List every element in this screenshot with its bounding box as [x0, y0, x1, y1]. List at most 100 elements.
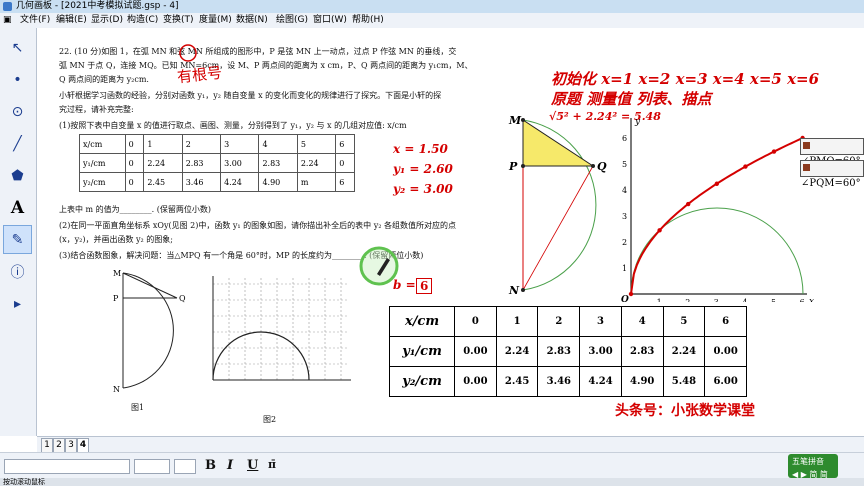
function-graph: 1 2 3 4 5 6 1 2 3 4 5 6 x y O	[621, 117, 814, 302]
custom-tool[interactable]: ▸	[4, 290, 31, 317]
problem-line-2: 弧 MN 于点 Q，连接 MQ。已知 MN=6cm，设 M、P 两点间的距离为 …	[59, 61, 473, 70]
table-row: x/cm 0 1 2 3 4 5 6	[79, 134, 355, 154]
line-tool[interactable]: ╱	[4, 130, 31, 157]
table-row: y₂/cm 0 2.45 3.46 4.24 4.90 m 6	[79, 172, 355, 192]
y2-data-point[interactable]	[743, 164, 748, 169]
menu-file[interactable]: 文件(F)	[20, 13, 50, 28]
information-icon: ⓘ	[10, 264, 25, 281]
table-cell: 3	[579, 306, 622, 337]
y-tick-label: 1	[622, 264, 627, 273]
bold-button[interactable]: B	[205, 458, 216, 473]
b-value[interactable]: 6	[416, 278, 433, 294]
y2-data-point[interactable]	[714, 181, 719, 186]
sketch-canvas[interactable]: 22. (10 分)如图 1，在弧 MN 和弦 MN 所组成的图形中，P 是弦 …	[37, 28, 864, 436]
table-cell: 0	[454, 306, 497, 337]
y-tick-label: 4	[622, 186, 627, 195]
marker-tool[interactable]: ✎	[3, 225, 32, 254]
text-tool[interactable]: A	[4, 194, 31, 221]
page-tab-4[interactable]: 4	[77, 438, 89, 453]
menu-data[interactable]: 数据(N)	[236, 13, 268, 28]
color-swatch-icon	[803, 142, 810, 149]
marker-icon: ✎	[11, 231, 24, 248]
math-format-icon[interactable]: π̄	[268, 458, 276, 471]
menu-graph[interactable]: 绘图(G)	[276, 13, 308, 28]
arrow-tool[interactable]: ↖	[4, 34, 31, 61]
figure-2	[212, 276, 351, 381]
handwritten-note: 有根号	[176, 63, 223, 87]
y2-data-point[interactable]	[771, 149, 777, 154]
table-cell: 3	[220, 134, 260, 154]
information-tool[interactable]: ⓘ	[4, 258, 31, 285]
table-cell: 2.24	[495, 336, 539, 367]
underline-button[interactable]: U	[247, 458, 258, 473]
ime-title: 五笔拼音	[792, 457, 824, 466]
page-tab-1[interactable]: 1	[41, 438, 53, 453]
line-icon: ╱	[13, 135, 22, 152]
table-cell: 2.83	[258, 153, 298, 173]
circled-mark	[179, 44, 197, 62]
color-select[interactable]	[174, 459, 196, 474]
problem-line-5: 究过程，请补充完整:	[59, 105, 134, 114]
toolbox: ↖ • ⊙ ╱ ⬟ A ✎ ⓘ ▸	[0, 28, 37, 436]
table-cell: 6	[335, 134, 355, 154]
x-tick-label: 2	[685, 298, 690, 302]
x-tick-label: 6	[800, 298, 805, 302]
y1-measurement[interactable]: y₁ = 2.60	[393, 162, 453, 176]
polygon-icon: ⬟	[11, 167, 24, 184]
question-2-line-1: (2)在同一平面直角坐标系 xOy(见图 2)中，函数 y₁ 的图象如图，请你描…	[59, 221, 456, 230]
y2-data-point[interactable]	[628, 291, 634, 297]
table-cell: 2	[537, 306, 581, 337]
m-value-line: 上表中 m 的值为________. (保留两位小数)	[59, 205, 211, 214]
font-size-select[interactable]	[134, 459, 170, 474]
point-tool[interactable]: •	[4, 66, 31, 93]
y-tick-label: 5	[622, 160, 627, 169]
fig1-label-q: Q	[179, 294, 186, 303]
y-tick-label: 6	[622, 134, 627, 143]
table-cell: 2.45	[143, 172, 183, 192]
y2-data-point[interactable]	[686, 201, 691, 207]
origin-label: O	[621, 295, 629, 302]
color-swatch-icon	[803, 164, 810, 171]
y-tick-label: 2	[622, 238, 627, 247]
menu-display[interactable]: 显示(D)	[91, 13, 123, 28]
figure-2-caption: 图2	[263, 415, 277, 424]
page-tab-2[interactable]: 2	[53, 438, 65, 453]
page-tab-3[interactable]: 3	[65, 438, 77, 453]
table-cell: 4.90	[258, 172, 298, 192]
problem-line-1: 22. (10 分)如图 1，在弧 MN 和弦 MN 所组成的图形中，P 是弦 …	[59, 47, 457, 56]
table-cell: 0.00	[704, 336, 747, 367]
y-axis-label: y	[634, 117, 641, 127]
brand-watermark: 头条号：小张数学课堂	[615, 403, 755, 419]
table-cell: 0	[335, 153, 355, 173]
x-measurement[interactable]: x = 1.50	[393, 142, 448, 156]
font-family-select[interactable]	[4, 459, 130, 474]
compass-tool[interactable]: ⊙	[4, 98, 31, 125]
y2-measurement[interactable]: y₂ = 3.00	[393, 182, 453, 196]
table-cell: 2.24	[143, 153, 183, 173]
page-tabs: 1 2 3 4	[37, 436, 864, 453]
italic-button[interactable]: I	[227, 458, 233, 473]
polygon-tool[interactable]: ⬟	[4, 162, 31, 189]
table-cell: 2	[181, 134, 222, 154]
angle-pmq-control[interactable]: ∠PMQ=60°	[800, 138, 864, 167]
angle-pqm-text: ∠PQM=60°	[801, 178, 861, 189]
table-header: y₁/cm	[388, 336, 456, 367]
menu-help[interactable]: 帮助(H)	[352, 13, 384, 28]
menu-construct[interactable]: 构造(C)	[127, 13, 158, 28]
ime-widget[interactable]: 五笔拼音 ◀ ▶ 简 简	[788, 454, 838, 479]
menu-measure[interactable]: 度量(M)	[199, 13, 232, 28]
menu-transform[interactable]: 变换(T)	[163, 13, 194, 28]
note-initialize[interactable]: 初始化 x=1 x=2 x=3 x=4 x=5 x=6	[551, 68, 819, 89]
y2-data-point[interactable]	[657, 228, 662, 233]
table-cell: 0.00	[454, 336, 497, 367]
data-table[interactable]: x/cm 0 1 2 3 4 5 6 y₁/cm 0.00 2.24 2.83 …	[388, 306, 747, 397]
menu-window[interactable]: 窗口(W)	[313, 13, 347, 28]
table-cell: 1	[143, 134, 183, 154]
note-steps[interactable]: 原题 测量值 列表、描点	[551, 88, 711, 109]
menu-icon[interactable]: ▣	[3, 13, 12, 28]
angle-pqm-control[interactable]: ∠PQM=60°	[800, 160, 864, 189]
question-table: x/cm 0 1 2 3 4 5 6 y₁/cm 0 2.24 2.83 3.0…	[79, 134, 355, 192]
table-cell: 4.24	[220, 172, 260, 192]
table-cell: 4.90	[620, 366, 664, 397]
menu-edit[interactable]: 编辑(E)	[56, 13, 87, 28]
